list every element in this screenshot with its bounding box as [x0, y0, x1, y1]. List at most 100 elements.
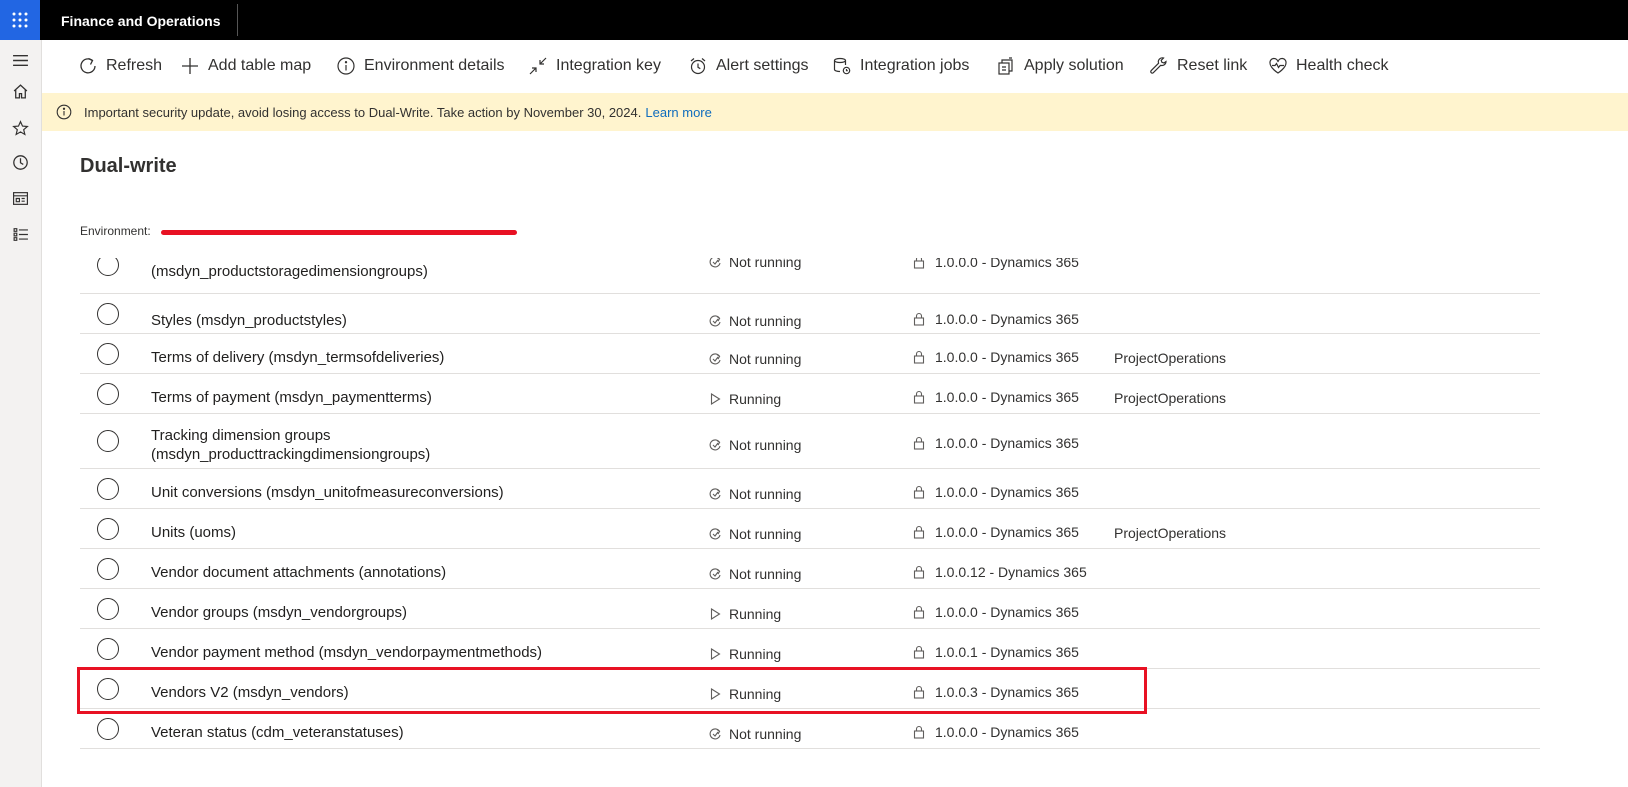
version-cell: 1.0.0.0 - Dynamics 365: [912, 484, 1079, 500]
hamburger-icon[interactable]: [9, 49, 31, 71]
table-map-name: (msdyn_productstoragedimensiongroups): [151, 262, 691, 281]
table-map-name-text: Vendor payment method (msdyn_vendorpayme…: [151, 644, 543, 661]
not-running-icon: [708, 258, 729, 269]
solution-cell: ProjectOperations: [1114, 390, 1227, 406]
refresh-label: Refresh: [106, 57, 163, 74]
version-text: 1.0.0.0 - Dynamics 365: [935, 604, 1079, 620]
table-row[interactable]: Unit conversions (msdyn_unitofmeasurecon…: [80, 469, 1540, 509]
table-map-name: Vendor groups (msdyn_vendorgroups): [151, 603, 691, 622]
table-map-name: Veteran status (cdm_veteranstatuses): [151, 723, 691, 742]
row-select-radio[interactable]: [97, 343, 119, 365]
left-nav: [0, 40, 42, 787]
star-icon[interactable]: [9, 117, 31, 139]
row-select-radio[interactable]: [97, 478, 119, 500]
clock-icon[interactable]: [9, 151, 31, 173]
reset-link-button[interactable]: Reset link: [1149, 54, 1247, 78]
version-cell: 1.0.0.0 - Dynamics 365: [912, 311, 1079, 327]
status-cell: Running: [708, 646, 781, 662]
highlight-box: [77, 667, 1147, 714]
play-icon: [708, 647, 729, 661]
status-cell: Not running: [708, 351, 801, 367]
solution-cell: ProjectOperations: [1114, 350, 1227, 366]
plus-icon: [182, 58, 198, 74]
status-cell: Running: [708, 606, 781, 622]
row-select-radio[interactable]: [97, 558, 119, 580]
version-cell: 1.0.0.0 - Dynamics 365: [912, 349, 1079, 365]
table-row[interactable]: Tracking dimension groups (msdyn_productt…: [80, 414, 1540, 469]
version-cell: 1.0.0.0 - Dynamics 365: [912, 524, 1079, 540]
redacted-environment-value: [160, 229, 517, 235]
add-table-map-label: Add table map: [208, 57, 312, 74]
health-check-button[interactable]: Health check: [1268, 54, 1389, 78]
row-select-radio[interactable]: [97, 430, 119, 452]
banner-message: Important security update, avoid losing …: [84, 104, 642, 120]
lock-icon: [912, 485, 935, 499]
apply-solution-button[interactable]: Apply solution: [996, 54, 1124, 78]
version-text: 1.0.0.0 - Dynamics 365: [935, 724, 1079, 740]
page-title: Dual-write: [80, 155, 177, 177]
table-map-name: Terms of payment (msdyn_paymentterms): [151, 388, 691, 407]
status-cell: Running: [708, 391, 781, 407]
version-text: 1.0.0.0 - Dynamics 365: [935, 311, 1079, 327]
version-text: 1.0.0.0 - Dynamics 365: [935, 389, 1079, 405]
table-row[interactable]: Terms of payment (msdyn_paymentterms) Run…: [80, 374, 1540, 414]
apply-solution-label: Apply solution: [1024, 57, 1124, 74]
version-cell: 1.0.0.0 - Dynamics 365: [912, 604, 1079, 620]
lock-icon: [912, 605, 935, 619]
table-map-name: Vendor payment method (msdyn_vendorpayme…: [151, 643, 691, 662]
row-select-radio[interactable]: [97, 518, 119, 540]
app-launcher-button[interactable]: [0, 0, 40, 40]
table-map-name: Tracking dimension groups (msdyn_productt…: [151, 426, 691, 464]
version-text: 1.0.0.0 - Dynamics 365: [935, 484, 1079, 500]
learn-more-link[interactable]: Learn more: [645, 105, 711, 120]
play-icon: [708, 392, 729, 406]
row-select-radio[interactable]: [97, 718, 119, 740]
row-select-radio[interactable]: [97, 638, 119, 660]
environment-details-button[interactable]: Environment details: [336, 54, 505, 78]
reset-link-label: Reset link: [1177, 57, 1248, 74]
table-row[interactable]: Units (uoms) Not running 1.0.0.0 - Dynamic…: [80, 509, 1540, 549]
info-icon: [56, 104, 72, 120]
table-row[interactable]: Styles (msdyn_productstyles) Not running 1…: [80, 294, 1540, 334]
table-row[interactable]: (msdyn_productstoragedimensiongroups) Not…: [80, 258, 1540, 294]
row-select-radio[interactable]: [97, 303, 119, 325]
version-text: 1.0.0.0 - Dynamics 365: [935, 258, 1079, 270]
alarm-icon: [690, 58, 706, 75]
integration-jobs-button[interactable]: Integration jobs: [832, 54, 969, 78]
status-text: Running: [729, 391, 782, 407]
play-icon: [708, 607, 729, 621]
status-cell: Not running: [708, 726, 801, 742]
lock-icon: [912, 350, 935, 364]
table-map-name-text: (msdyn_productstoragedimensiongroups): [151, 263, 428, 280]
arrows-icon: [529, 57, 547, 75]
home-icon[interactable]: [9, 80, 31, 102]
table-map-name-text: Vendor groups (msdyn_vendorgroups): [151, 604, 407, 621]
not-running-icon: [708, 487, 729, 501]
info-icon: [337, 57, 355, 75]
status-cell: Not running: [708, 313, 801, 329]
refresh-icon: [80, 57, 96, 74]
alert-settings-label: Alert settings: [716, 57, 809, 74]
table-row[interactable]: Terms of delivery (msdyn_termsofdeliveri…: [80, 334, 1540, 374]
row-select-radio[interactable]: [97, 383, 119, 405]
table-row[interactable]: Vendor payment method (msdyn_vendorpayme…: [80, 629, 1540, 669]
refresh-button[interactable]: Refresh: [78, 54, 162, 78]
alert-settings-button[interactable]: Alert settings: [688, 54, 808, 78]
table-map-name-text: Unit conversions (msdyn_unitofmeasurecon…: [151, 484, 504, 501]
add-table-map-button[interactable]: Add table map: [180, 54, 311, 78]
table-row[interactable]: Vendor groups (msdyn_vendorgroups) Runnin…: [80, 589, 1540, 629]
workspace-icon[interactable]: [9, 187, 31, 209]
table-map-name: Terms of delivery (msdyn_termsofdeliveri…: [151, 348, 691, 367]
list-icon[interactable]: [9, 223, 31, 245]
row-select-radio[interactable]: [97, 598, 119, 620]
integration-key-label: Integration key: [556, 57, 661, 74]
status-text: Not running: [729, 313, 802, 329]
version-text: 1.0.0.0 - Dynamics 365: [935, 435, 1079, 451]
table-row[interactable]: Veteran status (cdm_veteranstatuses) Not …: [80, 709, 1540, 749]
table-row[interactable]: Vendor document attachments (annotations…: [80, 549, 1540, 589]
status-cell: Not running: [708, 566, 801, 582]
lock-icon: [912, 645, 935, 659]
row-select-radio[interactable]: [97, 258, 119, 276]
app-title[interactable]: Finance and Operations: [61, 13, 220, 29]
integration-key-button[interactable]: Integration key: [528, 54, 661, 78]
